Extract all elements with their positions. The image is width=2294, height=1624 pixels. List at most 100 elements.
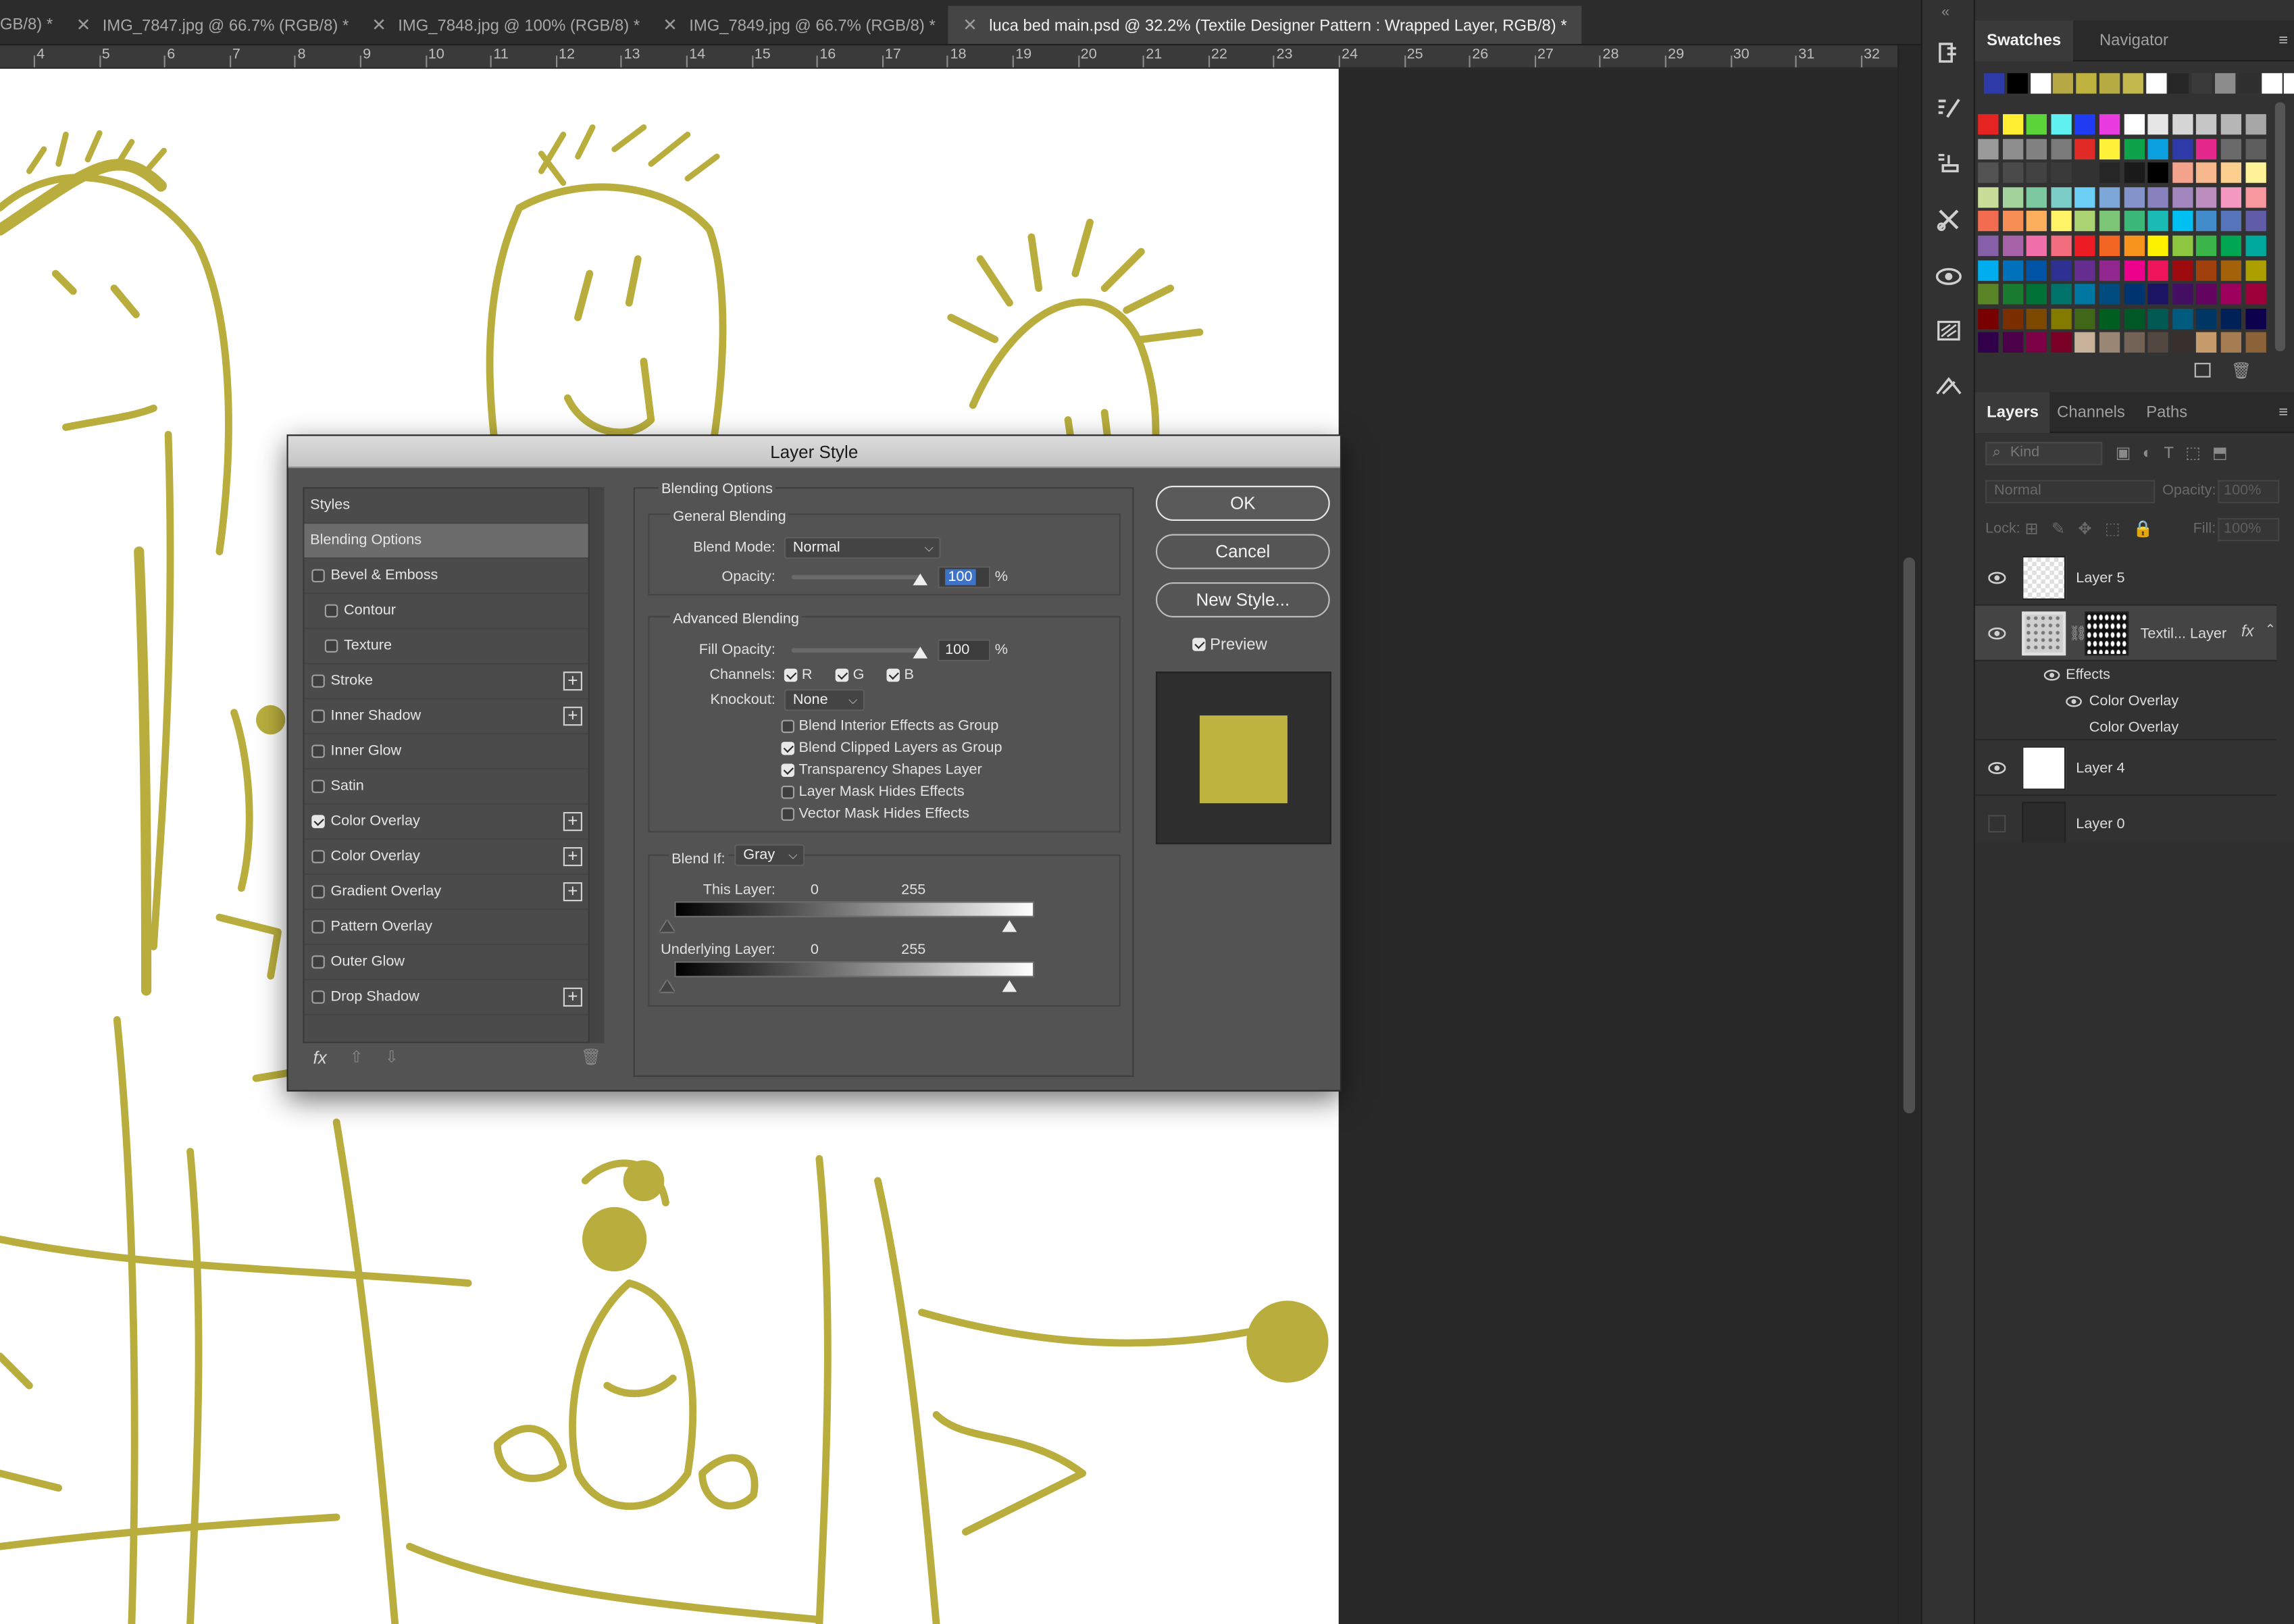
swatch[interactable] xyxy=(1978,138,1999,159)
swatch[interactable] xyxy=(2245,308,2266,329)
swatch[interactable] xyxy=(2245,332,2266,353)
swatch[interactable] xyxy=(2074,284,2096,305)
underlying-layer-gradient[interactable] xyxy=(674,961,1035,978)
checkbox[interactable] xyxy=(781,719,795,734)
swatch[interactable] xyxy=(2051,235,2072,257)
swatch[interactable] xyxy=(2099,113,2120,135)
scrollbar-thumb[interactable] xyxy=(1903,557,1916,1114)
chevron-up-icon[interactable]: ⌃ xyxy=(2265,621,2276,638)
add-effect-icon[interactable]: + xyxy=(563,812,582,832)
checkbox[interactable] xyxy=(781,807,795,821)
style-item-bevel-emboss[interactable]: Bevel & Emboss xyxy=(304,559,590,594)
eye-icon[interactable] xyxy=(2066,695,2082,708)
fill-opacity-input[interactable]: 100 xyxy=(938,639,991,661)
swatch[interactable] xyxy=(2123,186,2145,208)
swatch[interactable] xyxy=(2123,138,2145,159)
add-effect-icon[interactable]: + xyxy=(563,988,582,1007)
swatch[interactable] xyxy=(2196,284,2218,305)
swatch[interactable] xyxy=(2002,138,2023,159)
layer-opacity-field[interactable]: 100% xyxy=(2218,480,2280,504)
styles-scrollbar[interactable] xyxy=(588,487,605,1044)
eye-icon[interactable] xyxy=(1988,626,2006,641)
swatch[interactable] xyxy=(2147,332,2169,353)
fill-opacity-slider[interactable] xyxy=(791,648,921,653)
swatch[interactable] xyxy=(2027,259,2047,280)
checkbox[interactable] xyxy=(311,850,325,863)
swatch[interactable] xyxy=(1978,162,1999,184)
swatch[interactable] xyxy=(2172,113,2193,135)
swatch[interactable] xyxy=(2147,113,2169,135)
style-item-color-overlay[interactable]: Color Overlay + xyxy=(304,805,590,840)
checkbox[interactable] xyxy=(311,990,325,1004)
lock-icons[interactable]: ⊞✎✥⬚🔒 xyxy=(2024,519,2166,538)
knockout-dropdown[interactable]: None ⌵ xyxy=(784,689,865,711)
swatch[interactable] xyxy=(2074,162,2096,184)
style-item-drop-shadow[interactable]: Drop Shadow + xyxy=(304,980,590,1016)
style-item-pattern-overlay[interactable]: Pattern Overlay xyxy=(304,910,590,946)
swatch[interactable] xyxy=(2099,186,2120,208)
swatch[interactable] xyxy=(2099,284,2120,305)
style-item-blending-options[interactable]: Blending Options xyxy=(304,524,590,559)
swatch[interactable] xyxy=(2220,162,2242,184)
swatch[interactable] xyxy=(2147,308,2169,329)
swatch[interactable] xyxy=(2099,308,2120,329)
swatch[interactable] xyxy=(2053,73,2074,94)
swatch[interactable] xyxy=(2051,211,2072,232)
new-style-button[interactable]: New Style... xyxy=(1155,582,1330,617)
checkbox[interactable] xyxy=(311,815,325,828)
swatch[interactable] xyxy=(2147,284,2169,305)
swatch[interactable] xyxy=(2220,211,2242,232)
opacity-slider-knob[interactable] xyxy=(913,574,928,586)
this-layer-gradient[interactable] xyxy=(674,901,1035,917)
swatch[interactable] xyxy=(2051,186,2072,208)
document-tab[interactable]: ✕ IMG_7848.jpg @ 100% (RGB/8) * xyxy=(372,7,640,43)
checkbox[interactable] xyxy=(781,742,795,755)
swatch[interactable] xyxy=(2245,186,2266,208)
swatch[interactable] xyxy=(2220,138,2242,159)
panel-menu-icon[interactable]: ≡ xyxy=(2278,32,2288,50)
style-item-satin[interactable]: Satin xyxy=(304,769,590,805)
effect-color-overlay[interactable]: Color Overlay xyxy=(2089,694,2178,710)
swatch[interactable] xyxy=(2051,332,2072,353)
swatch[interactable] xyxy=(2002,211,2023,232)
swatch[interactable] xyxy=(2030,73,2051,94)
swatch[interactable] xyxy=(2074,332,2096,353)
libraries-icon[interactable] xyxy=(1931,257,1966,293)
eye-icon[interactable] xyxy=(1988,761,2006,776)
blend-if-dropdown[interactable]: Gray ⌵ xyxy=(734,844,805,867)
layer-filter-icons[interactable]: ▣◐T⬚⬒ xyxy=(2116,443,2276,463)
patterns-icon[interactable] xyxy=(1931,313,1966,348)
swatch[interactable] xyxy=(2002,284,2023,305)
swatch[interactable] xyxy=(2220,332,2242,353)
swatch[interactable] xyxy=(2099,211,2120,232)
trash-icon[interactable]: 🗑 xyxy=(2231,361,2251,380)
swatch[interactable] xyxy=(2172,284,2193,305)
fx-menu-icon[interactable]: fx xyxy=(313,1048,326,1068)
swatch[interactable] xyxy=(2196,235,2218,257)
swatch[interactable] xyxy=(2172,186,2193,208)
swatch[interactable] xyxy=(2074,259,2096,280)
swatch[interactable] xyxy=(2147,138,2169,159)
blend-mode-dropdown[interactable]: Normal ⌵ xyxy=(784,536,941,559)
swatch[interactable] xyxy=(2220,113,2242,135)
swatch[interactable] xyxy=(1978,284,1999,305)
swatch[interactable] xyxy=(2074,138,2096,159)
swatch[interactable] xyxy=(1978,186,1999,208)
swatch[interactable] xyxy=(2002,186,2023,208)
swatch[interactable] xyxy=(2099,332,2120,353)
swatch[interactable] xyxy=(2123,235,2145,257)
swatch[interactable] xyxy=(2099,73,2120,94)
clone-source-icon[interactable] xyxy=(1931,147,1966,182)
swatch[interactable] xyxy=(2027,332,2047,353)
swatch[interactable] xyxy=(2172,138,2193,159)
swatch[interactable] xyxy=(2172,308,2193,329)
close-tab-icon[interactable]: ✕ xyxy=(963,15,977,35)
add-effect-icon[interactable]: + xyxy=(563,671,582,691)
swatch[interactable] xyxy=(2123,113,2145,135)
document-tab-active[interactable]: ✕ luca bed main.psd @ 32.2% (Textile Desi… xyxy=(948,5,1582,44)
swatch[interactable] xyxy=(2051,138,2072,159)
brush-settings-icon[interactable] xyxy=(1931,91,1966,126)
this-layer-black-knob[interactable] xyxy=(659,920,675,932)
tab-layers[interactable]: Layers xyxy=(1974,392,2051,434)
swatch[interactable] xyxy=(2196,332,2218,353)
